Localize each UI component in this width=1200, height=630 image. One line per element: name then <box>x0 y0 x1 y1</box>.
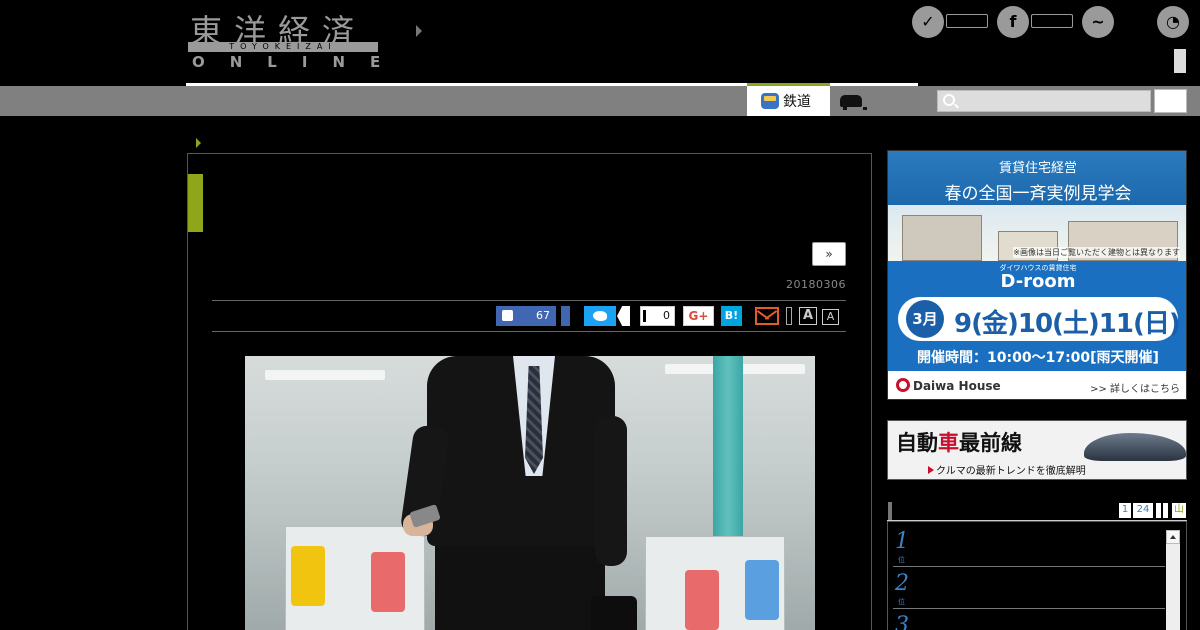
tab-railway[interactable]: 鉄道 <box>747 83 830 116</box>
man-legs <box>435 536 605 630</box>
auto-frontline-banner[interactable]: 自動車最前線 クルマの最新トレンドを徹底解明 <box>887 420 1187 480</box>
tab-railway-label: 鉄道 <box>783 94 811 110</box>
daiwa-logo-icon <box>896 378 910 392</box>
header-arrow-icon[interactable] <box>416 25 422 37</box>
next-page-button[interactable]: » <box>812 242 846 266</box>
banner-title: 自動車最前線 <box>896 427 1022 457</box>
ranking-tab-24[interactable]: 24 <box>1133 503 1153 518</box>
daiwa-house-ad[interactable]: 賃貸住宅経営 春の全国一斉実例見学会 ※画像は当日ご覧いただく建物とは異なります… <box>887 150 1187 400</box>
ceiling-light <box>265 370 385 380</box>
breadcrumb-arrow-icon <box>196 138 201 148</box>
ad-company-name: Daiwa House <box>913 379 1001 393</box>
bus-icon <box>761 93 779 109</box>
logo-romaji: TOYOKEIZAI <box>188 42 378 52</box>
site-logo[interactable]: 東洋経済 TOYOKEIZAI ONLINE <box>188 6 380 72</box>
gate-panel <box>291 546 325 606</box>
briefcase <box>591 596 637 630</box>
twitter-icon[interactable]: ✓ <box>912 6 944 38</box>
search-icon <box>943 94 955 106</box>
thumbs-up-icon <box>502 310 513 321</box>
ranking-tab-3[interactable] <box>1156 503 1161 518</box>
twitter-share-button[interactable] <box>584 306 616 326</box>
ad-brand-name: D-room <box>1000 271 1076 292</box>
rank-number: 1 <box>895 529 909 554</box>
share-divider-bottom <box>212 331 846 332</box>
ad-month: 3月 <box>906 300 944 338</box>
scroll-up-arrow-icon[interactable] <box>1166 530 1180 544</box>
facebook-share-count: 0 <box>640 306 675 326</box>
mail-icon[interactable] <box>755 307 779 325</box>
ranking-scrollbar[interactable] <box>1166 530 1180 630</box>
search-input[interactable] <box>937 90 1151 112</box>
messenger-icon[interactable]: ~ <box>1082 6 1114 38</box>
concept-car-image <box>1084 433 1186 461</box>
ranking-item[interactable]: 2 位 <box>893 569 1165 609</box>
share-divider-top <box>212 300 846 301</box>
twitter-bird-icon <box>593 311 607 321</box>
gate-panel <box>745 560 779 620</box>
man-arm <box>595 416 627 566</box>
ad-days: 9(金)10(土)11(日) <box>954 309 1181 339</box>
facebook-like-button[interactable]: 67 <box>496 306 556 326</box>
logo-online: ONLINE <box>192 53 406 71</box>
rank-suffix: 位 <box>898 556 905 564</box>
banner-title-post: 最前線 <box>959 431 1022 455</box>
house-shape <box>902 215 982 261</box>
facebook-follow-count <box>1031 14 1073 28</box>
ad-footer: Daiwa House >> 詳しくはこちら <box>888 371 1186 399</box>
hatena-bookmark-button[interactable]: B! <box>721 306 742 326</box>
google-plus-button[interactable]: G+ <box>683 306 714 326</box>
banner-title-pre: 自動 <box>896 431 938 455</box>
title-accent-bar <box>188 174 203 232</box>
ranking-tab-5[interactable]: 山 <box>1172 503 1186 518</box>
ad-more-link[interactable]: >> 詳しくはこちら <box>1090 380 1180 395</box>
ranking-item[interactable]: 3 <box>893 611 1165 630</box>
rank-suffix: 位 <box>898 598 905 606</box>
ad-note: ※画像は当日ご覧いただく建物とは異なります <box>1013 247 1180 258</box>
ad-hours: 開催時間：10:00〜17:00[雨天開催] <box>917 350 1159 366</box>
print-icon[interactable] <box>786 307 792 325</box>
ranking-item[interactable]: 1 位 <box>893 527 1165 567</box>
ad-company: Daiwa House <box>896 378 1001 393</box>
rss-icon[interactable]: ◔ <box>1157 6 1189 38</box>
tab-automobile[interactable] <box>830 86 918 116</box>
ranking-tab-1[interactable]: 1 <box>1119 503 1131 518</box>
rank-number: 3 <box>895 613 909 630</box>
car-icon <box>840 95 867 110</box>
rank-number: 2 <box>895 571 909 596</box>
twitter-follow-count <box>946 14 988 28</box>
ad-dates: 3月 9(金)10(土)11(日) <box>898 297 1181 341</box>
banner-title-red: 車 <box>938 431 959 455</box>
gate-panel <box>685 570 719 630</box>
ad-line2: 春の全国一斉実例見学会 <box>944 184 1132 204</box>
font-size-large-button[interactable]: A <box>799 307 817 325</box>
ad-header: 賃貸住宅経営 春の全国一斉実例見学会 <box>888 151 1186 205</box>
ranking-tab-4[interactable] <box>1163 503 1168 518</box>
ad-line1: 賃貸住宅経営 <box>998 161 1077 176</box>
article-photo <box>245 356 815 630</box>
banner-subtitle: クルマの最新トレンドを徹底解明 <box>928 462 1086 477</box>
like-count: 67 <box>536 309 550 322</box>
gate-panel <box>371 552 405 612</box>
facebook-share-button[interactable] <box>561 306 570 326</box>
side-panel-tab[interactable] <box>1174 49 1186 73</box>
ranking-header-accent <box>888 502 892 520</box>
article-date: 20180306 <box>786 278 846 291</box>
facebook-icon[interactable]: f <box>997 6 1029 38</box>
font-size-small-button[interactable]: A <box>822 309 839 325</box>
search-button[interactable] <box>1154 89 1187 113</box>
